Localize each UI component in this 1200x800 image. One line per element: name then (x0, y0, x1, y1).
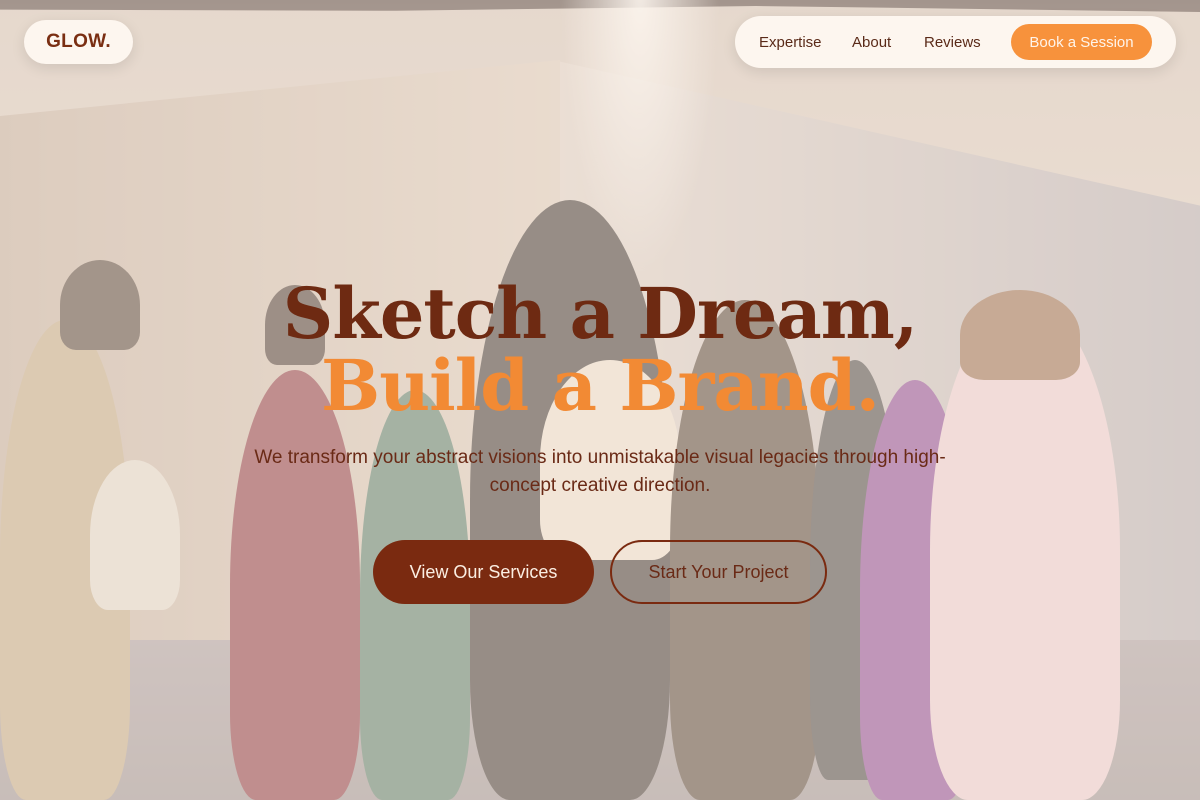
hero-headline-line1: Sketch a Dream, (282, 272, 918, 355)
logo-pill[interactable]: GLOW. (24, 20, 133, 64)
view-services-button[interactable]: View Our Services (373, 540, 594, 604)
main-nav: Expertise About Reviews Book a Session (735, 16, 1176, 68)
nav-link-expertise[interactable]: Expertise (759, 34, 822, 51)
nav-link-reviews[interactable]: Reviews (924, 34, 981, 51)
hero-subtitle: We transform your abstract visions into … (254, 447, 946, 496)
nav-link-about[interactable]: About (852, 34, 891, 51)
book-session-button[interactable]: Book a Session (1011, 24, 1152, 60)
start-project-button[interactable]: Start Your Project (610, 540, 827, 604)
hero-headline-line2: Build a Brand. (321, 344, 880, 427)
logo[interactable]: GLOW. (46, 31, 111, 53)
